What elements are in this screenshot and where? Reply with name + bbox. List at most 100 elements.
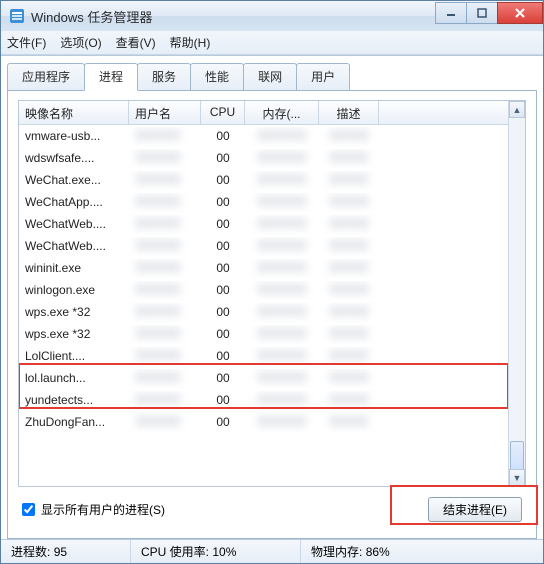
tab-services[interactable]: 服务 (137, 63, 191, 90)
cell-cpu: 00 (201, 413, 245, 431)
cell-memory (245, 413, 319, 432)
cell-description (319, 347, 379, 366)
cell-user (129, 281, 201, 300)
cell-user (129, 347, 201, 366)
cell-cpu: 00 (201, 215, 245, 233)
cell-memory (245, 259, 319, 278)
cell-image-name: wdswfsafe.... (19, 149, 129, 167)
tab-users[interactable]: 用户 (296, 63, 350, 90)
vertical-scrollbar[interactable]: ▲ ▼ (508, 101, 525, 486)
table-row[interactable]: WeChatWeb....00 (19, 235, 525, 257)
table-row[interactable]: wps.exe *32 00 (19, 323, 525, 345)
cell-image-name: wininit.exe (19, 259, 129, 277)
cell-memory (245, 237, 319, 256)
cell-cpu: 00 (201, 347, 245, 365)
cell-description (319, 413, 379, 432)
cell-cpu: 00 (201, 193, 245, 211)
cell-user (129, 259, 201, 278)
cell-description (319, 149, 379, 168)
cell-image-name: WeChatWeb.... (19, 215, 129, 233)
show-all-users-label: 显示所有用户的进程(S) (41, 501, 165, 518)
cell-image-name: vmware-usb... (19, 127, 129, 145)
table-row[interactable]: LolClient....00 (19, 345, 525, 367)
window-title: Windows 任务管理器 (31, 7, 436, 26)
processes-panel: 映像名称 用户名 CPU 内存(... 描述 vmware-usb...00wd… (7, 90, 537, 539)
table-row[interactable]: vmware-usb...00 (19, 125, 525, 147)
column-user[interactable]: 用户名 (129, 101, 201, 124)
cell-description (319, 281, 379, 300)
cell-cpu: 00 (201, 281, 245, 299)
cell-image-name: wps.exe *32 (19, 325, 129, 343)
status-cpu-usage: CPU 使用率: 10% (131, 540, 301, 563)
cell-image-name: yundetects... (19, 391, 129, 409)
table-row[interactable]: WeChatApp....00 (19, 191, 525, 213)
table-row[interactable]: winlogon.exe 00 (19, 279, 525, 301)
app-icon (9, 8, 25, 24)
titlebar[interactable]: Windows 任务管理器 (1, 1, 543, 31)
cell-cpu: 00 (201, 149, 245, 167)
cell-memory (245, 391, 319, 410)
cell-user (129, 325, 201, 344)
table-row[interactable]: wps.exe *3200 (19, 301, 525, 323)
window-controls (436, 2, 543, 24)
cell-user (129, 237, 201, 256)
cell-image-name: lol.launch... (19, 369, 129, 387)
cell-memory (245, 347, 319, 366)
cell-image-name: ZhuDongFan... (19, 413, 129, 431)
cell-user (129, 127, 201, 146)
cell-user (129, 369, 201, 388)
column-headers: 映像名称 用户名 CPU 内存(... 描述 (19, 101, 525, 125)
tab-performance[interactable]: 性能 (190, 63, 244, 90)
table-row[interactable]: WeChatWeb.... 00 (19, 213, 525, 235)
end-process-button[interactable]: 结束进程(E) (428, 497, 522, 522)
table-row[interactable]: lol.launch...00 (19, 367, 525, 389)
menu-file[interactable]: 文件(F) (7, 34, 46, 51)
column-cpu[interactable]: CPU (201, 101, 245, 124)
cell-description (319, 303, 379, 322)
cell-user (129, 303, 201, 322)
cell-image-name: wps.exe *32 (19, 303, 129, 321)
menu-view[interactable]: 查看(V) (116, 34, 156, 51)
column-image-name[interactable]: 映像名称 (19, 101, 129, 124)
scroll-up-button[interactable]: ▲ (509, 101, 525, 118)
cell-user (129, 391, 201, 410)
column-description[interactable]: 描述 (319, 101, 379, 124)
table-row[interactable]: yundetects...00 (19, 389, 525, 411)
cell-user (129, 413, 201, 432)
table-row[interactable]: ZhuDongFan... 00 (19, 411, 525, 433)
table-row[interactable]: WeChat.exe... 00 (19, 169, 525, 191)
maximize-button[interactable] (466, 2, 498, 24)
menubar: 文件(F) 选项(O) 查看(V) 帮助(H) (1, 31, 543, 55)
cell-image-name: WeChatWeb.... (19, 237, 129, 255)
cell-image-name: WeChat.exe... (19, 171, 129, 189)
status-process-count: 进程数: 95 (1, 540, 131, 563)
cell-memory (245, 325, 319, 344)
scroll-down-button[interactable]: ▼ (509, 469, 525, 486)
cell-cpu: 00 (201, 259, 245, 277)
tab-processes[interactable]: 进程 (84, 63, 138, 91)
close-button[interactable] (497, 2, 543, 24)
table-row[interactable]: wininit.exe 00 (19, 257, 525, 279)
column-memory[interactable]: 内存(... (245, 101, 319, 124)
show-all-users-checkbox[interactable]: 显示所有用户的进程(S) (22, 501, 165, 518)
tab-networking[interactable]: 联网 (243, 63, 297, 90)
menu-options[interactable]: 选项(O) (60, 34, 101, 51)
table-row[interactable]: wdswfsafe.... 00 (19, 147, 525, 169)
process-list[interactable]: 映像名称 用户名 CPU 内存(... 描述 vmware-usb...00wd… (18, 100, 526, 487)
cell-cpu: 00 (201, 325, 245, 343)
cell-description (319, 127, 379, 146)
cell-memory (245, 215, 319, 234)
cell-memory (245, 149, 319, 168)
cell-user (129, 171, 201, 190)
minimize-button[interactable] (435, 2, 467, 24)
cell-image-name: winlogon.exe (19, 281, 129, 299)
cell-cpu: 00 (201, 171, 245, 189)
cell-description (319, 215, 379, 234)
cell-memory (245, 369, 319, 388)
cell-description (319, 325, 379, 344)
tab-applications[interactable]: 应用程序 (7, 63, 85, 90)
menu-help[interactable]: 帮助(H) (170, 34, 211, 51)
show-all-users-input[interactable] (22, 503, 35, 516)
cell-user (129, 215, 201, 234)
statusbar: 进程数: 95 CPU 使用率: 10% 物理内存: 86% (1, 539, 543, 563)
